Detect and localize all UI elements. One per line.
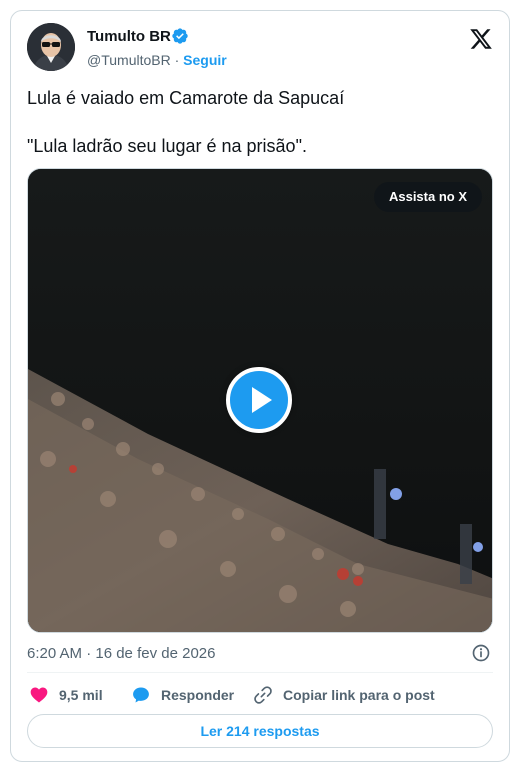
- follow-button[interactable]: Seguir: [183, 52, 227, 68]
- copy-link-action[interactable]: Copiar link para o post: [253, 685, 435, 705]
- video-media[interactable]: Assista no X: [27, 168, 493, 633]
- copy-link-label: Copiar link para o post: [283, 687, 435, 703]
- post-timestamp[interactable]: 6:20 AM · 16 de fev de 2026: [27, 645, 215, 662]
- avatar[interactable]: [27, 23, 75, 71]
- separator-dot: ·: [174, 52, 180, 68]
- author-handle[interactable]: @TumultoBR: [87, 52, 171, 68]
- like-count: 9,5 mil: [59, 687, 103, 703]
- read-replies-button[interactable]: Ler 214 respostas: [27, 714, 493, 748]
- heart-icon: [30, 687, 48, 703]
- handle-line: @TumultoBR · Seguir: [87, 52, 227, 68]
- reply-action[interactable]: Responder: [131, 685, 234, 705]
- watch-on-x-badge[interactable]: Assista no X: [373, 182, 482, 212]
- divider: [27, 672, 493, 673]
- author-name[interactable]: Tumulto BR: [87, 28, 171, 45]
- x-logo-icon[interactable]: [469, 27, 493, 51]
- reply-bubble-icon: [133, 687, 149, 703]
- post-text-line: "Lula ladrão seu lugar é na prisão".: [27, 136, 307, 156]
- info-icon[interactable]: [471, 643, 491, 663]
- verified-badge-icon: [172, 28, 188, 44]
- post-text-line: Lula é vaiado em Camarote da Sapucaí: [27, 88, 345, 108]
- play-icon: [252, 387, 272, 413]
- play-button[interactable]: [226, 367, 292, 433]
- like-action[interactable]: 9,5 mil: [29, 685, 103, 705]
- reply-label: Responder: [161, 687, 235, 703]
- post-card: Tumulto BR @TumultoBR · Seguir Lula é va…: [10, 10, 510, 762]
- link-icon: [254, 686, 272, 704]
